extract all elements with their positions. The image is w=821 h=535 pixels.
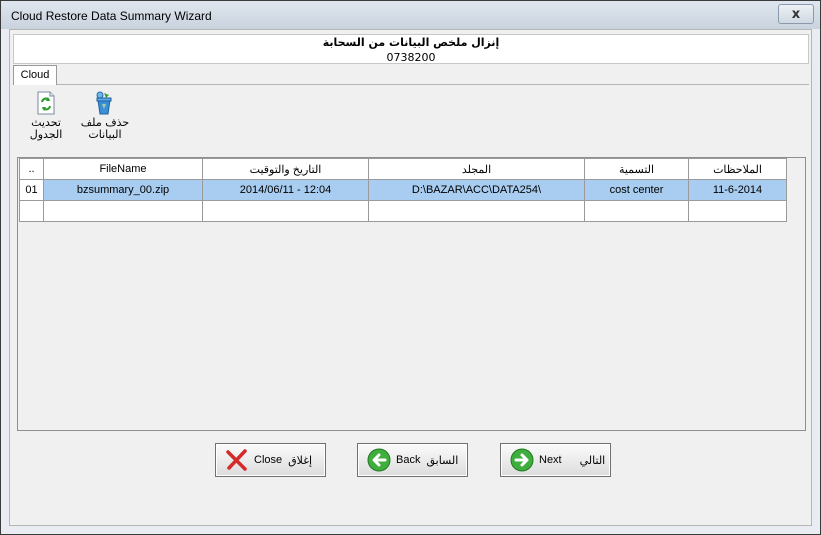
next-label-en: Next xyxy=(539,454,562,466)
close-label-ar: إغلاق xyxy=(288,453,313,467)
row-index-cell[interactable]: 01 xyxy=(19,179,44,201)
refresh-label-line2: الجدول xyxy=(29,128,63,141)
close-button[interactable]: Close إغلاق xyxy=(215,443,326,477)
window-title: Cloud Restore Data Summary Wizard xyxy=(11,9,212,23)
delete-data-file-button[interactable]: حذف ملف البيانات xyxy=(78,91,132,141)
close-label-en: Close xyxy=(254,454,283,466)
green-right-arrow-icon xyxy=(510,448,534,472)
refresh-table-button[interactable]: تحديث الجدول xyxy=(19,91,73,141)
recycle-bin-icon xyxy=(94,91,116,115)
wizard-client-area: إنزال ملخص البيانات من السحابة 0738200 C… xyxy=(9,29,812,526)
column-header-notes[interactable]: الملاحظات xyxy=(688,158,787,180)
folder-cell[interactable]: D:\BAZAR\ACC\DATA254\ xyxy=(368,179,585,201)
notes-cell[interactable]: 11-6-2014 xyxy=(688,179,787,201)
column-header-name[interactable]: التسمية xyxy=(584,158,689,180)
empty-cell[interactable] xyxy=(368,200,585,222)
back-label-ar: السابق xyxy=(426,453,459,467)
name-cell[interactable]: cost center xyxy=(584,179,689,201)
refresh-icon xyxy=(35,91,57,115)
header-title: إنزال ملخص البيانات من السحابة xyxy=(322,36,500,49)
red-x-icon xyxy=(225,448,249,472)
empty-cell[interactable] xyxy=(202,200,369,222)
filename-cell[interactable]: bzsummary_00.zip xyxy=(43,179,203,201)
empty-cell[interactable] xyxy=(584,200,689,222)
back-button[interactable]: Back السابق xyxy=(357,443,468,477)
wizard-window: Cloud Restore Data Summary Wizard x إنزا… xyxy=(0,0,821,535)
column-header-datetime[interactable]: التاريخ والتوقيت xyxy=(202,158,369,180)
table-row[interactable]: 01 bzsummary_00.zip 2014/06/11 - 12:04 D… xyxy=(19,179,787,201)
title-bar: Cloud Restore Data Summary Wizard x xyxy=(1,1,820,29)
next-button[interactable]: Next التالي xyxy=(500,443,611,477)
table-header-row: .. FileName التاريخ والتوقيت المجلد التس… xyxy=(19,158,787,180)
wizard-header: إنزال ملخص البيانات من السحابة 0738200 xyxy=(13,34,809,64)
tab-divider xyxy=(57,84,809,85)
empty-cell[interactable] xyxy=(688,200,787,222)
next-label-ar: التالي xyxy=(579,453,606,467)
column-header-folder[interactable]: المجلد xyxy=(368,158,585,180)
empty-cell[interactable] xyxy=(43,200,203,222)
column-header-filename[interactable]: FileName xyxy=(43,158,203,180)
close-icon: x xyxy=(791,6,801,22)
datetime-cell[interactable]: 2014/06/11 - 12:04 xyxy=(202,179,369,201)
window-close-button[interactable]: x xyxy=(778,4,814,24)
table-row-empty[interactable] xyxy=(19,200,787,222)
delete-label-line2: البيانات xyxy=(88,128,122,141)
tab-cloud[interactable]: Cloud xyxy=(13,65,57,85)
back-label-en: Back xyxy=(396,454,421,466)
column-header-index[interactable]: .. xyxy=(19,158,44,180)
green-left-arrow-icon xyxy=(367,448,391,472)
files-table: .. FileName التاريخ والتوقيت المجلد التس… xyxy=(19,158,787,222)
files-grid: .. FileName التاريخ والتوقيت المجلد التس… xyxy=(17,157,806,431)
empty-cell[interactable] xyxy=(19,200,44,222)
header-subtitle: 0738200 xyxy=(386,51,436,64)
